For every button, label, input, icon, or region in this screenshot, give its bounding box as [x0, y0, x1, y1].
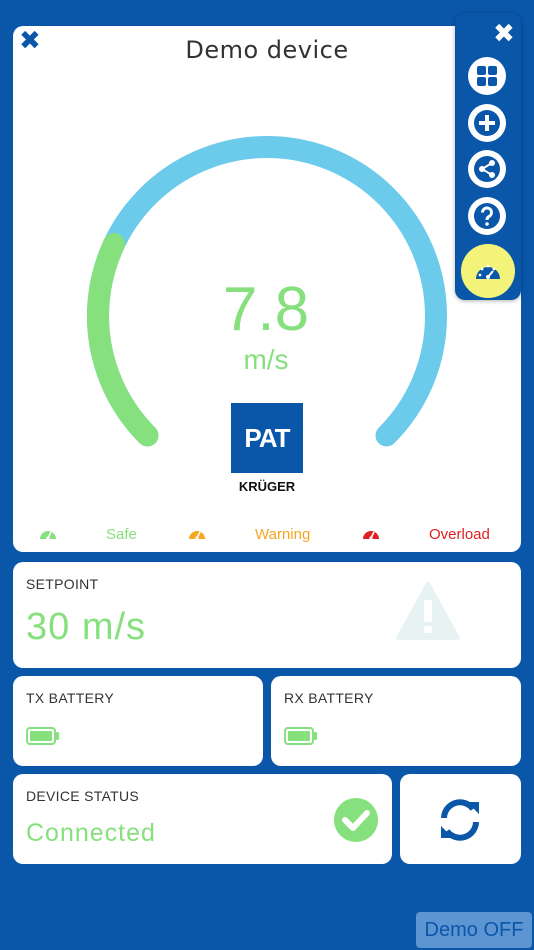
- check-circle-icon: [334, 798, 378, 842]
- logo-mark: PAT: [231, 403, 303, 473]
- logo-wordmark: KRÜGER: [238, 479, 296, 494]
- setpoint-card: SETPOINT 30 m/s: [13, 562, 521, 668]
- device-status-label: DEVICE STATUS: [26, 788, 140, 804]
- setpoint-value: 30 m/s: [26, 606, 147, 648]
- setpoint-label: SETPOINT: [26, 576, 99, 592]
- refresh-icon: [441, 799, 479, 841]
- legend-warning-label: Warning: [255, 526, 311, 543]
- help-icon: [474, 203, 500, 229]
- device-status-card: DEVICE STATUS Connected: [13, 774, 392, 864]
- help-button[interactable]: [468, 197, 506, 235]
- rx-battery-card: RX BATTERY: [271, 676, 521, 766]
- gauge-reading: 7.8: [222, 275, 310, 344]
- add-icon: [474, 110, 500, 136]
- add-button[interactable]: [468, 104, 506, 142]
- close-menu-icon[interactable]: ✖: [493, 21, 515, 47]
- gauge-unit: m/s: [243, 344, 289, 375]
- device-status-value: Connected: [26, 819, 156, 847]
- refresh-button[interactable]: [400, 774, 521, 864]
- dashboard-icon: [477, 66, 497, 86]
- dashboard-button[interactable]: [468, 57, 506, 95]
- rx-battery-label: RX BATTERY: [284, 690, 374, 706]
- gauge-card: ✖ Demo device 7.8 m/s PAT KRÜGER Safe Wa…: [13, 26, 521, 552]
- gauge-icon: [476, 264, 500, 279]
- side-menu: ✖: [455, 13, 521, 300]
- share-icon: [474, 156, 500, 182]
- legend-overload-label: Overload: [429, 526, 490, 543]
- overload-gauge-icon: [363, 531, 379, 540]
- legend-safe-label: Safe: [106, 526, 137, 543]
- gauge-view-button[interactable]: [461, 244, 515, 298]
- battery-full-icon: [284, 727, 317, 745]
- gauge-fill: [87, 233, 159, 447]
- tx-battery-label: TX BATTERY: [26, 690, 115, 706]
- tx-battery-card: TX BATTERY: [13, 676, 263, 766]
- demo-toggle-button[interactable]: Demo OFF: [416, 912, 532, 948]
- safe-gauge-icon: [40, 531, 56, 540]
- warning-gauge-icon: [189, 531, 205, 540]
- pat-kruger-logo: PAT KRÜGER: [231, 403, 303, 494]
- battery-full-icon: [26, 727, 59, 745]
- warning-icon: [396, 582, 460, 640]
- share-button[interactable]: [468, 150, 506, 188]
